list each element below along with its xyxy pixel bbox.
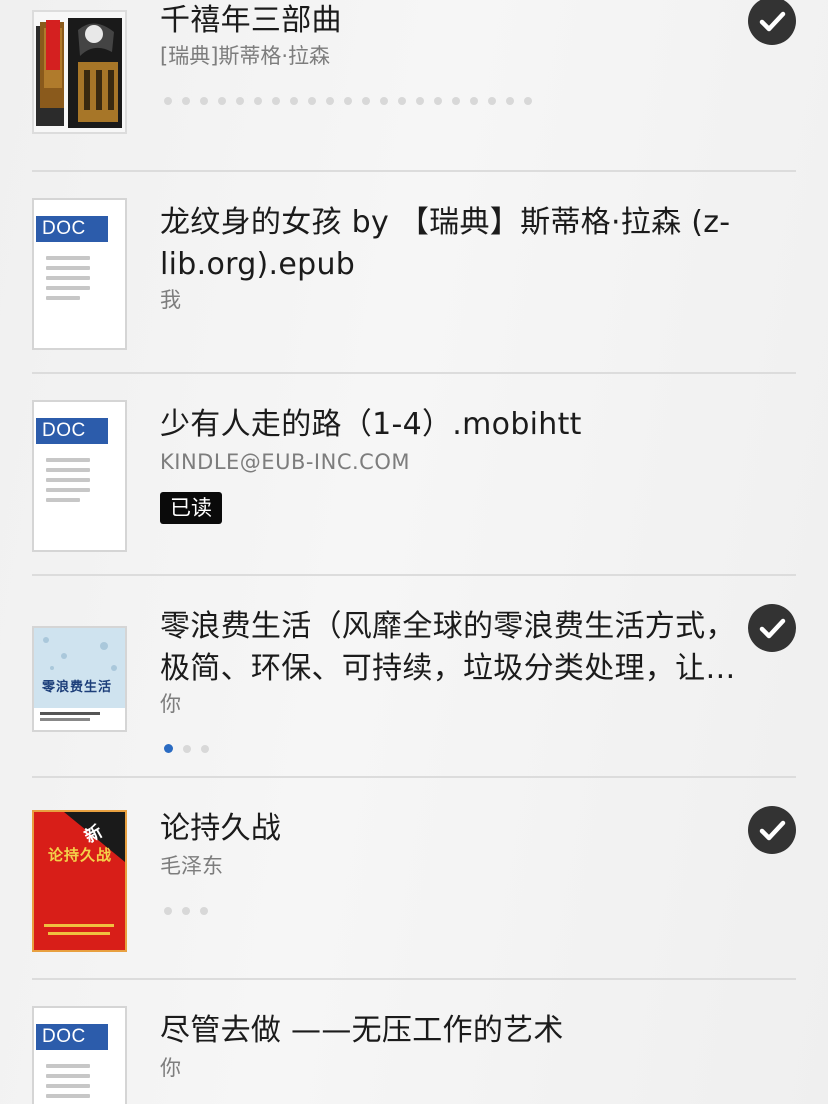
book-title[interactable]: 论持久战 xyxy=(160,808,740,850)
cover-title: 论持久战 xyxy=(48,846,113,864)
doc-cover[interactable]: DOC xyxy=(32,198,127,350)
progress-dots xyxy=(164,90,542,105)
doc-cover[interactable]: DOC xyxy=(32,1006,127,1104)
read-badge: 已读 xyxy=(160,492,222,524)
book-title[interactable]: 龙纹身的女孩 by 【瑞典】斯蒂格·拉森 (z- lib.org).epub xyxy=(160,202,760,286)
cover-title: 零浪费生活 xyxy=(42,680,113,695)
book-author: KINDLE@EUB-INC.COM xyxy=(160,450,410,474)
book-author: [瑞典]斯蒂格·拉森 xyxy=(160,44,331,68)
library-list: 千禧年三部曲 [瑞典]斯蒂格·拉森 DOC 龙纹身的女孩 by 【瑞典】斯蒂格·… xyxy=(0,0,828,1104)
doc-badge: DOC xyxy=(36,1024,108,1050)
list-item[interactable]: 零浪费生活 零浪费生活（风靡全球的零浪费生活方式， 极简、环保、可持续，垃圾分类… xyxy=(32,576,796,778)
progress-dots xyxy=(164,738,219,753)
book-cover[interactable]: 零浪费生活 xyxy=(32,626,127,732)
book-title-line1: 龙纹身的女孩 by 【瑞典】斯蒂格·拉森 (z- xyxy=(160,205,731,240)
downloaded-check-icon[interactable] xyxy=(748,0,796,45)
book-title[interactable]: 少有人走的路（1-4）.mobihtt xyxy=(160,404,740,446)
cover-art xyxy=(34,812,125,950)
list-item[interactable]: 新 论持久战 论持久战 毛泽东 xyxy=(32,778,796,980)
book-title[interactable]: 千禧年三部曲 xyxy=(160,0,740,42)
book-title[interactable]: 零浪费生活（风靡全球的零浪费生活方式， 极简、环保、可持续，垃圾分类处理，让… xyxy=(160,606,750,690)
list-item[interactable]: DOC 尽管去做 ——无压工作的艺术 你 xyxy=(32,980,796,1104)
book-cover[interactable] xyxy=(32,10,127,134)
book-title[interactable]: 尽管去做 ——无压工作的艺术 xyxy=(160,1010,740,1052)
list-item[interactable]: DOC 少有人走的路（1-4）.mobihtt KINDLE@EUB-INC.C… xyxy=(32,374,796,576)
book-title-line1: 零浪费生活（风靡全球的零浪费生活方式， xyxy=(160,609,736,644)
book-author: 你 xyxy=(160,1056,181,1080)
doc-badge: DOC xyxy=(36,216,108,242)
book-author: 你 xyxy=(160,692,181,716)
list-item[interactable]: DOC 龙纹身的女孩 by 【瑞典】斯蒂格·拉森 (z- lib.org).ep… xyxy=(32,172,796,374)
book-title-line2: lib.org).epub xyxy=(160,247,356,282)
list-item[interactable]: 千禧年三部曲 [瑞典]斯蒂格·拉森 xyxy=(32,0,796,172)
downloaded-check-icon[interactable] xyxy=(748,806,796,854)
book-author: 毛泽东 xyxy=(160,854,223,878)
doc-cover[interactable]: DOC xyxy=(32,400,127,552)
downloaded-check-icon[interactable] xyxy=(748,604,796,652)
book-cover[interactable]: 新 论持久战 xyxy=(32,810,127,952)
cover-art xyxy=(34,12,125,132)
progress-dots xyxy=(164,900,218,915)
book-title-line2: 极简、环保、可持续，垃圾分类处理，让… xyxy=(160,651,736,686)
book-author: 我 xyxy=(160,288,181,312)
doc-badge: DOC xyxy=(36,418,108,444)
